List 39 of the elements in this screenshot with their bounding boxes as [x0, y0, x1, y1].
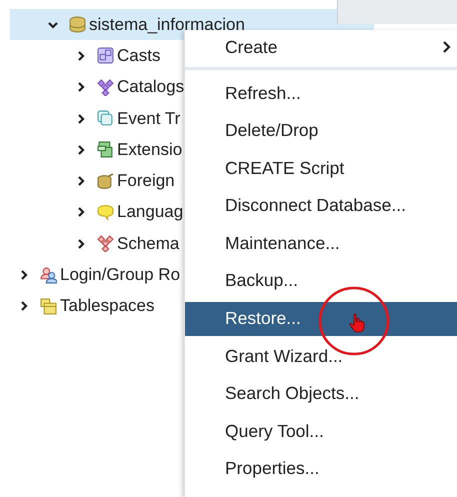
chevron-right-icon[interactable] — [18, 269, 30, 282]
tree-item[interactable]: Catalogs — [117, 77, 184, 98]
tree-item[interactable]: Foreign — [117, 171, 175, 192]
tree-item[interactable]: Extensio — [117, 140, 182, 160]
chevron-right-icon[interactable] — [75, 175, 87, 188]
diamonds-icon — [97, 235, 114, 252]
database-icon — [97, 172, 114, 190]
chevron-right-icon[interactable] — [75, 238, 87, 250]
tree-item[interactable]: Languag — [117, 202, 184, 222]
tree-item[interactable]: Schema — [117, 234, 180, 254]
menu-item[interactable]: Backup... — [185, 264, 457, 298]
menu-item[interactable]: CREATE Script — [185, 151, 457, 186]
menu-item[interactable]: Maintenance... — [185, 226, 457, 260]
menu-item[interactable]: Grant Wizard... — [185, 339, 457, 374]
menu-item[interactable]: Delete/Drop — [185, 114, 457, 148]
chevron-right-icon — [442, 41, 452, 53]
menu-item[interactable]: Disconnect Database... — [185, 188, 457, 223]
chevron-right-icon[interactable] — [18, 300, 30, 312]
menu-item[interactable]: Properties... — [185, 452, 457, 486]
chevron-right-icon[interactable] — [75, 144, 87, 156]
hand-cursor-icon — [349, 312, 365, 333]
tree-item[interactable]: Casts — [117, 46, 160, 66]
folders-icon — [40, 298, 57, 315]
users-icon — [40, 266, 57, 284]
squares-icon — [97, 110, 114, 128]
menu-item[interactable]: Restore... — [185, 302, 457, 336]
chevron-right-icon[interactable] — [75, 50, 87, 62]
diamonds-icon — [97, 78, 114, 96]
menu-item[interactable]: Query Tool... — [185, 414, 457, 448]
chevron-right-icon[interactable] — [75, 206, 87, 218]
tree-item[interactable]: Login/Group Ro — [60, 265, 180, 286]
tree-item[interactable]: Event Tr — [117, 108, 180, 129]
menu-item[interactable]: Refresh... — [185, 76, 457, 110]
tree-item[interactable]: Tablespaces — [60, 296, 155, 316]
database-icon — [69, 16, 86, 34]
menu-item[interactable]: Search Objects... — [185, 376, 457, 411]
chevron-right-icon[interactable] — [75, 112, 87, 125]
speech-bubble-icon — [97, 204, 114, 221]
chevron-right-icon[interactable] — [75, 81, 87, 94]
